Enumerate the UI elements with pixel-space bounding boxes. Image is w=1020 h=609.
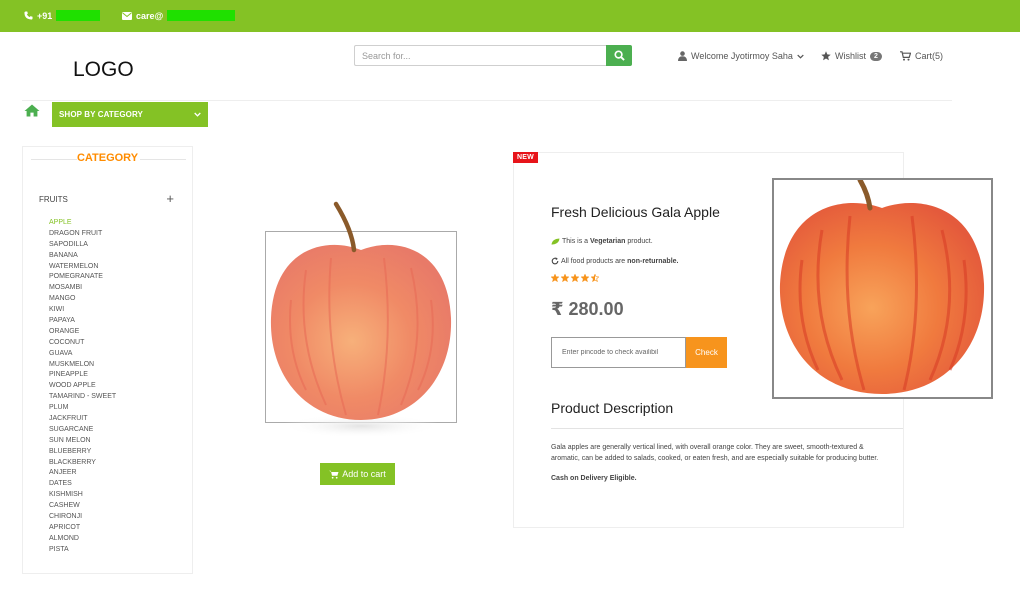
description-divider xyxy=(551,428,903,429)
category-item[interactable]: ALMOND xyxy=(49,534,116,545)
cart-icon xyxy=(900,51,911,61)
fruits-group-label: FRUITS xyxy=(39,195,68,204)
new-badge: NEW xyxy=(513,152,538,163)
cart-label: Cart(5) xyxy=(915,51,944,61)
category-item[interactable]: PLUM xyxy=(49,403,116,414)
category-item[interactable]: KIWI xyxy=(49,305,116,316)
category-item[interactable]: BANANA xyxy=(49,251,116,262)
search-icon xyxy=(613,50,625,61)
vegetarian-note: This is a Vegetarian product. xyxy=(551,238,653,245)
category-item[interactable]: APRICOT xyxy=(49,523,116,534)
description-title: Product Description xyxy=(551,400,674,416)
top-bar: +91 care@ xyxy=(0,0,1020,32)
star-icon xyxy=(551,274,559,282)
category-item[interactable]: MUSKMELON xyxy=(49,360,116,371)
category-item[interactable]: MOSAMBI xyxy=(49,283,116,294)
home-icon xyxy=(24,104,40,117)
home-button[interactable] xyxy=(24,104,40,122)
welcome-text: Welcome Jyotirmoy Saha xyxy=(691,51,793,61)
rating-stars xyxy=(551,274,599,282)
category-item[interactable]: SUN MELON xyxy=(49,436,116,447)
account-menu[interactable]: Welcome Jyotirmoy Saha xyxy=(678,51,804,61)
category-item[interactable]: DATES xyxy=(49,479,116,490)
category-item[interactable]: KISHMISH xyxy=(49,490,116,501)
wishlist-count-badge: 2 xyxy=(870,51,882,61)
mail-icon xyxy=(122,11,132,20)
add-to-cart-label: Add to cart xyxy=(342,469,386,479)
category-item[interactable]: CASHEW xyxy=(49,501,116,512)
leaf-icon xyxy=(551,238,560,245)
category-item[interactable]: BLUEBERRY xyxy=(49,447,116,458)
email-contact[interactable]: care@ xyxy=(122,10,236,21)
category-item[interactable]: APPLE xyxy=(49,218,116,229)
category-title-row: CATEGORY xyxy=(23,150,192,166)
category-item[interactable]: MANGO xyxy=(49,294,116,305)
fruit-list: APPLE DRAGON FRUIT SAPODILLA BANANA WATERMEL… xyxy=(49,218,116,556)
site-logo[interactable]: LOGO xyxy=(73,58,134,82)
zoom-preview xyxy=(772,178,993,399)
star-icon xyxy=(821,51,831,61)
phone-icon xyxy=(24,11,33,20)
email-text: care@ xyxy=(136,10,164,21)
cod-note: Cash on Delivery Eligible. xyxy=(551,475,637,482)
star-icon xyxy=(561,274,569,282)
category-sidebar: CATEGORY FRUITS + APPLE DRAGON FRUIT SAPOD… xyxy=(22,146,193,574)
shop-by-category-button[interactable]: SHOP BY CATEGORY xyxy=(52,102,208,127)
category-item[interactable]: ANJEER xyxy=(49,468,116,479)
product-title: Fresh Delicious Gala Apple xyxy=(551,204,720,220)
category-item[interactable]: JACKFRUIT xyxy=(49,414,116,425)
veg-bold: Vegetarian xyxy=(590,238,626,245)
category-item[interactable]: SAPODILLA xyxy=(49,240,116,251)
category-item[interactable]: ORANGE xyxy=(49,327,116,338)
category-item[interactable]: WATERMELON xyxy=(49,262,116,273)
search-bar xyxy=(354,45,632,66)
wishlist-link[interactable]: Wishlist 2 xyxy=(821,51,882,61)
apple-image[interactable] xyxy=(266,200,456,446)
check-pincode-button[interactable]: Check xyxy=(686,337,727,368)
phone-text: +91 xyxy=(37,10,53,21)
return-policy-note: All food products are non-returnable. xyxy=(551,257,679,265)
category-item[interactable]: PINEAPPLE xyxy=(49,370,116,381)
wishlist-label: Wishlist xyxy=(835,51,866,61)
add-to-cart-button[interactable]: Add to cart xyxy=(320,463,395,485)
cart-link[interactable]: Cart(5) xyxy=(900,51,943,61)
return-bold: non-returnable. xyxy=(627,257,679,265)
product-price: ₹ 280.00 xyxy=(551,299,624,319)
category-item[interactable]: POMEGRANATE xyxy=(49,272,116,283)
shop-by-category-label: SHOP BY CATEGORY xyxy=(59,110,143,119)
user-icon xyxy=(678,51,687,61)
category-item[interactable]: BLACKBERRY xyxy=(49,458,116,469)
return-prefix: All food products are xyxy=(561,257,628,265)
description-text: Gala apples are generally vertical lined… xyxy=(551,444,879,462)
chevron-down-icon xyxy=(797,54,804,59)
header-divider xyxy=(22,100,952,101)
category-item[interactable]: CHIRONJI xyxy=(49,512,116,523)
category-item[interactable]: PISTA xyxy=(49,545,116,556)
redacted-email xyxy=(167,10,236,21)
redacted-phone xyxy=(56,10,101,21)
search-button[interactable] xyxy=(606,45,632,66)
category-item[interactable]: GUAVA xyxy=(49,349,116,360)
category-item[interactable]: COCONUT xyxy=(49,338,116,349)
expand-toggle[interactable]: + xyxy=(166,192,174,205)
star-icon xyxy=(591,274,599,282)
star-icon xyxy=(581,274,589,282)
category-title: CATEGORY xyxy=(76,152,139,164)
pincode-input[interactable] xyxy=(551,337,686,368)
phone-contact[interactable]: +91 xyxy=(24,10,101,21)
search-input[interactable] xyxy=(354,45,606,66)
star-icon xyxy=(571,274,579,282)
category-item[interactable]: PAPAYA xyxy=(49,316,116,327)
category-item[interactable]: DRAGON FRUIT xyxy=(49,229,116,240)
apple-zoom-image xyxy=(779,180,985,394)
veg-prefix: This is a xyxy=(562,238,591,245)
veg-suffix: product. xyxy=(625,238,653,245)
category-item[interactable]: WOOD APPLE xyxy=(49,381,116,392)
refresh-icon xyxy=(551,257,559,265)
chevron-down-icon xyxy=(194,112,201,117)
fruits-group-header[interactable]: FRUITS + xyxy=(39,192,174,205)
category-item[interactable]: TAMARIND - SWEET xyxy=(49,392,116,403)
category-item[interactable]: SUGARCANE xyxy=(49,425,116,436)
cart-icon xyxy=(329,470,339,479)
